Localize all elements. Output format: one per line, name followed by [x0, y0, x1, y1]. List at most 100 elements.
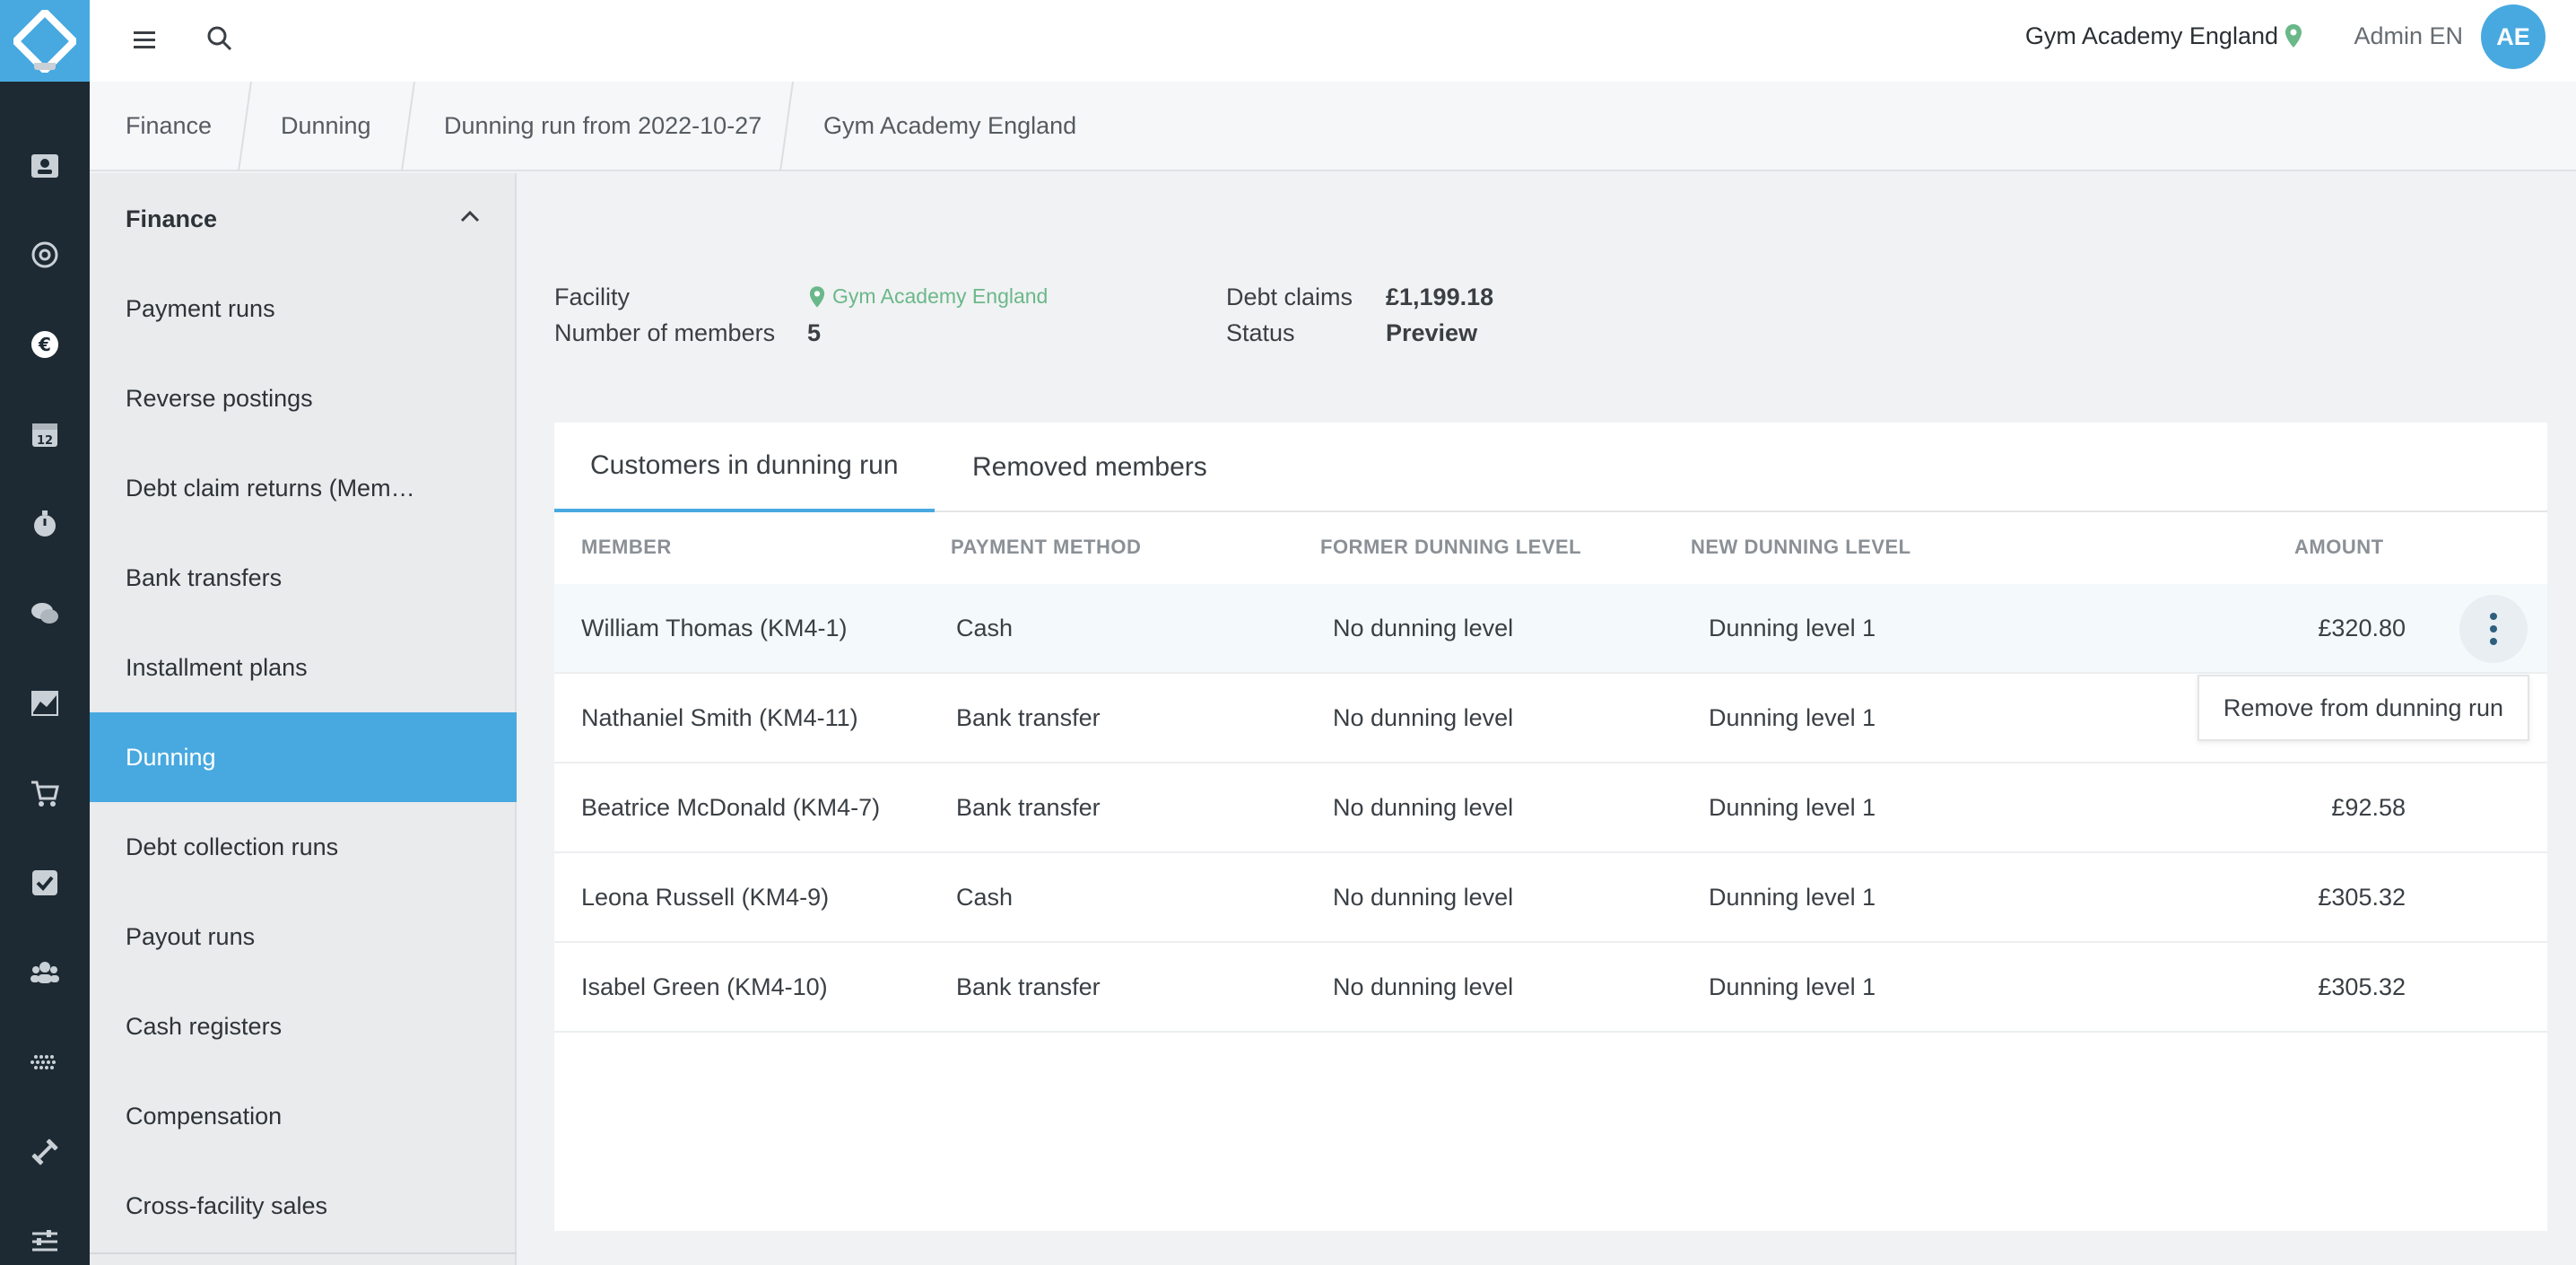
status-value: Preview: [1386, 319, 1478, 346]
sidebar-divider: [90, 1252, 517, 1254]
new-level-cell: Dunning level 1: [1709, 973, 1876, 1000]
chart-icon: [31, 691, 58, 716]
rail-item-apps[interactable]: [0, 1035, 90, 1089]
sidebar-item-bank-transfers[interactable]: Bank transfers: [90, 533, 517, 623]
sidebar-item-payment-runs[interactable]: Payment runs: [90, 264, 517, 353]
chevron-up-icon[interactable]: [459, 209, 481, 228]
amount-cell: £305.32: [2318, 973, 2406, 1000]
sidebar-section-title[interactable]: Finance: [126, 205, 217, 233]
breadcrumb-dunning[interactable]: Dunning: [281, 112, 371, 140]
row-actions-button[interactable]: [2459, 595, 2528, 663]
stopwatch-icon: [34, 510, 56, 537]
breadcrumb-finance[interactable]: Finance: [126, 112, 212, 140]
sidebar-item-dunning[interactable]: Dunning: [90, 712, 517, 802]
column-header-former-level[interactable]: FORMER DUNNING LEVEL: [1320, 536, 1581, 559]
location-pin-icon: [809, 285, 825, 308]
table-row[interactable]: Isabel Green (KM4-10) Bank transfer No d…: [554, 943, 2547, 1033]
sidebar-item-installment-plans[interactable]: Installment plans: [90, 623, 517, 712]
rail-item-top[interactable]: [0, 63, 90, 90]
former-level-cell: No dunning level: [1333, 973, 1514, 1000]
rail-item-shop[interactable]: [0, 766, 90, 820]
tab-bar: Customers in dunning run Removed members: [554, 423, 2547, 512]
debt-claims-value: £1,199.18: [1386, 284, 1494, 310]
user-name[interactable]: Admin EN: [2354, 22, 2463, 50]
contact-card-icon: [31, 154, 58, 178]
rail-item-calendar[interactable]: 12: [0, 407, 90, 461]
column-header-amount[interactable]: AMOUNT: [2294, 536, 2384, 559]
sidebar: Finance Payment runs Reverse postings De…: [90, 173, 517, 1265]
members-label: Number of members: [554, 319, 776, 346]
rail-item-reports[interactable]: [0, 676, 90, 730]
tab-customers-in-dunning-run[interactable]: Customers in dunning run: [554, 423, 935, 512]
rail-item-members[interactable]: [0, 946, 90, 999]
breadcrumb-separator: [779, 82, 794, 171]
hamburger-icon: [134, 31, 155, 48]
payment-method-cell: Cash: [956, 615, 1014, 641]
status-label: Status: [1226, 319, 1295, 346]
member-cell: Nathaniel Smith (KM4-11): [581, 704, 858, 731]
rail-item-timer[interactable]: [0, 497, 90, 551]
sidebar-item-compensation[interactable]: Compensation: [90, 1071, 517, 1161]
top-bar: Gym Academy England Admin EN AE: [90, 0, 2576, 82]
avatar[interactable]: AE: [2481, 4, 2546, 69]
column-header-payment-method[interactable]: PAYMENT METHOD: [951, 536, 1141, 559]
column-header-member[interactable]: MEMBER: [581, 536, 672, 559]
euro-icon: €: [31, 331, 58, 358]
rail-item-contacts[interactable]: [0, 139, 90, 193]
checkbox-icon: [32, 870, 57, 895]
sidebar-item-cash-registers[interactable]: Cash registers: [90, 981, 517, 1071]
breadcrumb-facility[interactable]: Gym Academy England: [823, 112, 1076, 140]
sidebar-item-debt-claim-returns[interactable]: Debt claim returns (Mem…: [90, 443, 517, 533]
remove-from-dunning-run-menu-item[interactable]: Remove from dunning run: [2197, 675, 2529, 741]
svg-text:12: 12: [37, 434, 53, 448]
amount-cell: £92.58: [2331, 794, 2406, 821]
former-level-cell: No dunning level: [1333, 704, 1514, 731]
payment-method-cell: Bank transfer: [956, 973, 1101, 1000]
rail-item-filters[interactable]: [0, 1215, 90, 1265]
facility-link[interactable]: Gym Academy England: [809, 284, 1048, 309]
chat-icon: [31, 603, 58, 624]
member-cell: Leona Russell (KM4-9): [581, 884, 830, 911]
rail-item-tasks[interactable]: [0, 856, 90, 910]
sidebar-item-reverse-postings[interactable]: Reverse postings: [90, 353, 517, 443]
dots-grid-icon: [30, 1055, 56, 1069]
table-row[interactable]: William Thomas (KM4-1) Cash No dunning l…: [554, 584, 2547, 674]
location-pin-icon: [2284, 23, 2302, 53]
amount-cell: £305.32: [2318, 884, 2406, 911]
debt-claims-label: Debt claims: [1226, 284, 1353, 310]
table-row[interactable]: Beatrice McDonald (KM4-7) Bank transfer …: [554, 763, 2547, 853]
new-level-cell: Dunning level 1: [1709, 704, 1876, 731]
dunning-run-card: Customers in dunning run Removed members…: [554, 423, 2547, 1231]
members-value: 5: [807, 319, 822, 346]
new-level-cell: Dunning level 1: [1709, 884, 1876, 911]
member-cell: Beatrice McDonald (KM4-7): [581, 794, 881, 821]
sliders-icon: [32, 1230, 57, 1252]
tab-removed-members[interactable]: Removed members: [972, 423, 1207, 512]
column-header-new-level[interactable]: NEW DUNNING LEVEL: [1691, 536, 1911, 559]
home-icon: [34, 63, 56, 70]
payment-method-cell: Bank transfer: [956, 794, 1101, 821]
menu-button[interactable]: [126, 22, 163, 59]
calendar-icon: 12: [32, 423, 57, 448]
sidebar-item-debt-collection-runs[interactable]: Debt collection runs: [90, 802, 517, 892]
sidebar-item-payout-runs[interactable]: Payout runs: [90, 892, 517, 981]
former-level-cell: No dunning level: [1333, 615, 1514, 641]
facility-selector[interactable]: Gym Academy England: [2025, 22, 2278, 50]
rail-item-settings[interactable]: [0, 228, 90, 282]
table-row[interactable]: Leona Russell (KM4-9) Cash No dunning le…: [554, 853, 2547, 943]
svg-text:€: €: [38, 334, 51, 355]
target-icon: [31, 241, 58, 268]
sidebar-item-cross-facility-sales[interactable]: Cross-facility sales: [90, 1161, 517, 1251]
dumbbell-icon: [31, 1138, 58, 1165]
cart-icon: [31, 781, 59, 807]
payment-method-cell: Cash: [956, 884, 1014, 911]
rail-item-equipment[interactable]: [0, 1125, 90, 1179]
rail-item-messages[interactable]: [0, 587, 90, 641]
breadcrumb-dunning-run[interactable]: Dunning run from 2022-10-27: [444, 112, 761, 140]
rail-item-finance[interactable]: €: [0, 318, 90, 371]
member-cell: William Thomas (KM4-1): [581, 615, 848, 641]
search-icon: [207, 26, 232, 51]
amount-cell: £320.80: [2318, 615, 2406, 641]
search-button[interactable]: [199, 18, 240, 59]
member-cell: Isabel Green (KM4-10): [581, 973, 828, 1000]
